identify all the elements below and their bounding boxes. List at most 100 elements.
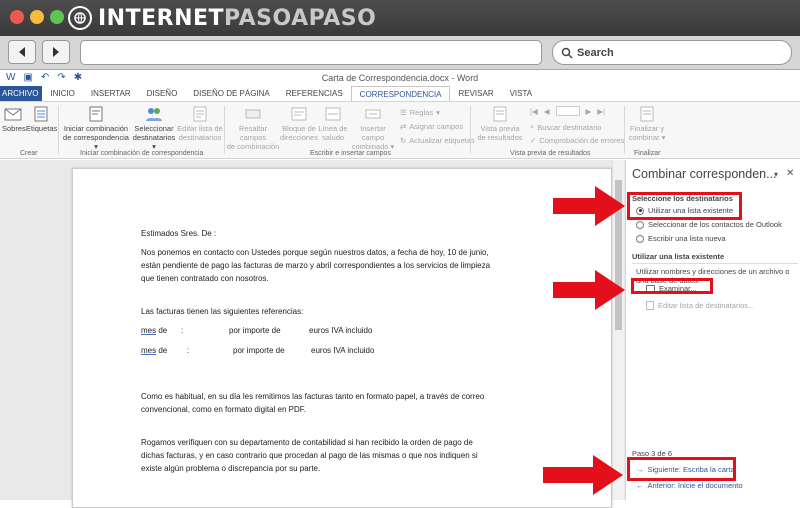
tab-referencias[interactable]: REFERENCIAS — [278, 86, 351, 101]
iniciar-combinacion-button[interactable]: Iniciar combinación de correspondencia ▾ — [61, 106, 131, 151]
last-record-icon[interactable]: ▶| — [597, 107, 605, 116]
match-fields-icon: ⇄ — [400, 122, 407, 131]
paragraph-4: Rogamos verifiquen con su departamento d… — [141, 438, 478, 473]
paragraph-1: Nos ponemos en contacto con Ustedes porq… — [141, 248, 491, 283]
envelope-icon — [4, 108, 22, 121]
pane-options-icon[interactable]: ▾ — [774, 170, 778, 179]
option-outlook-contacts[interactable]: Seleccionar de los contactos de Outlook — [636, 220, 782, 229]
highlight-next-step — [627, 457, 736, 481]
site-logo: INTERNETPASOAPASO — [68, 5, 376, 31]
actualizar-etiquetas-button[interactable]: ↻ Actualizar etiquetas — [400, 136, 475, 145]
linea-saludo-button[interactable]: Línea de saludo — [318, 106, 348, 142]
finish-merge-icon — [640, 106, 654, 122]
tab-diseno-pagina[interactable]: DISEÑO DE PÁGINA — [185, 86, 277, 101]
section-divider — [632, 263, 798, 264]
insert-field-icon — [365, 109, 381, 119]
bloque-direcciones-button[interactable]: Bloque de direcciones — [280, 106, 318, 142]
arrow-left-icon — [19, 47, 25, 57]
pane-title: Combinar corresponden... — [632, 167, 777, 181]
group-label-iniciar: Iniciar combinación de correspondencia — [80, 150, 204, 157]
back-button[interactable] — [8, 40, 36, 64]
edit-list-icon — [646, 301, 654, 310]
address-bar[interactable] — [80, 40, 542, 65]
word-titlebar: W ▣ ↶ ↷ ✱ Carta de Correspondencia.docx … — [0, 70, 800, 86]
close-window-button[interactable] — [10, 10, 24, 24]
finalizar-combinar-button[interactable]: Finalizar y combinar ▾ — [628, 106, 666, 142]
ribbon-separator — [624, 106, 625, 154]
browser-titlebar: INTERNETPASOAPASO — [0, 0, 800, 36]
document-title: Carta de Correspondencia.docx - Word — [321, 73, 479, 83]
tab-insertar[interactable]: INSERTAR — [83, 86, 139, 101]
mes-field: mes — [141, 346, 157, 355]
edit-list-icon — [193, 106, 207, 122]
labels-icon — [34, 106, 48, 122]
insertar-campo-button[interactable]: Insertar campo combinado ▾ — [348, 106, 398, 151]
find-recipient-icon: ⌕ — [530, 122, 535, 131]
section-heading-existing: Utilizar una lista existente — [632, 252, 725, 261]
group-label-finalizar: Finalizar — [634, 150, 661, 157]
prev-record-icon[interactable]: ◀ — [544, 107, 550, 116]
browser-search-field[interactable]: Search — [552, 40, 792, 65]
sobres-button[interactable]: Sobres — [2, 106, 26, 133]
red-arrow-icon — [553, 270, 625, 310]
forward-button[interactable] — [42, 40, 70, 64]
ribbon: Sobres Etiquetas Crear Iniciar combinaci… — [0, 101, 800, 159]
resaltar-campos-button[interactable]: Resaltar campos de combinación — [226, 106, 280, 151]
highlight-examinar — [631, 278, 713, 294]
group-label-crear: Crear — [20, 150, 38, 157]
document-area: Estimados Sres. De : Nos ponemos en cont… — [0, 160, 625, 508]
close-icon[interactable]: ✕ — [786, 168, 794, 179]
editar-lista-button[interactable]: Editar lista de destinatarios — [177, 106, 223, 142]
record-navigation: |◀ ◀ ▶ ▶| — [530, 106, 605, 116]
tab-diseno[interactable]: DISEÑO — [139, 86, 186, 101]
asignar-campos-button[interactable]: ⇄ Asignar campos — [400, 122, 463, 131]
search-label: Search — [577, 46, 614, 59]
red-arrow-icon — [553, 186, 625, 226]
radio-icon[interactable] — [636, 234, 644, 243]
paragraph-2: Las facturas tienen las siguientes refer… — [141, 307, 304, 316]
highlight-fields-icon — [245, 109, 261, 119]
arrow-left-icon: ← — [636, 481, 644, 490]
logo-globe-icon — [68, 6, 92, 30]
ribbon-separator — [224, 106, 225, 154]
reference-line-2: mes de : por importe de euros IVA inclui… — [141, 346, 375, 355]
logo-text: INTERNETPASOAPASO — [98, 5, 377, 31]
record-number-field[interactable] — [555, 106, 580, 116]
update-labels-icon: ↻ — [400, 136, 407, 145]
seleccionar-destinatarios-button[interactable]: Seleccionar destinatarios ▾ — [131, 106, 177, 151]
group-label-escribir: Escribir e insertar campos — [310, 150, 391, 157]
browser-toolbar: Search — [0, 36, 800, 70]
start-merge-icon — [89, 106, 103, 122]
tab-correspondencia[interactable]: CORRESPONDENCIA — [350, 86, 451, 101]
check-errors-icon: ✓ — [530, 136, 537, 145]
tab-inicio[interactable]: INICIO — [42, 86, 82, 101]
next-record-icon[interactable]: ▶ — [586, 107, 592, 116]
maximize-window-button[interactable] — [50, 10, 64, 24]
red-arrow-icon — [543, 455, 623, 495]
tab-revisar[interactable]: REVISAR — [450, 86, 501, 101]
reglas-button[interactable]: ☰ Reglas ▾ — [400, 108, 440, 117]
ribbon-separator — [58, 106, 59, 154]
search-icon — [561, 47, 573, 59]
document-page[interactable]: Estimados Sres. De : Nos ponemos en cont… — [72, 168, 612, 508]
paragraph-3: Como es habitual, en su día les remitimo… — [141, 392, 485, 414]
comprobacion-errores-button[interactable]: ✓ Comprobación de errores — [530, 136, 624, 145]
tab-archivo[interactable]: ARCHIVO — [0, 86, 43, 101]
first-record-icon[interactable]: |◀ — [530, 107, 538, 116]
minimize-window-button[interactable] — [30, 10, 44, 24]
mes-field: mes — [141, 326, 157, 335]
vista-previa-button[interactable]: Vista previa de resultados — [475, 106, 525, 142]
previous-step-link[interactable]: ← Anterior: Inicie el documento — [636, 481, 743, 490]
buscar-destinatario-button[interactable]: ⌕ Buscar destinatario — [530, 122, 601, 132]
address-block-icon — [291, 107, 307, 121]
rules-icon: ☰ — [400, 108, 407, 117]
reference-line-1: mes de : por importe de euros IVA inclui… — [141, 326, 373, 335]
etiquetas-button[interactable]: Etiquetas — [26, 106, 57, 133]
editar-lista-link[interactable]: Editar lista de destinatarios... — [646, 301, 754, 310]
radio-icon[interactable] — [636, 220, 644, 229]
tab-vista[interactable]: VISTA — [502, 86, 541, 101]
highlight-recipients — [627, 192, 742, 220]
option-new-list[interactable]: Escribir una lista nueva — [636, 234, 726, 243]
greeting-text: Estimados Sres. De : — [141, 229, 217, 238]
greeting-line-icon — [325, 107, 341, 121]
